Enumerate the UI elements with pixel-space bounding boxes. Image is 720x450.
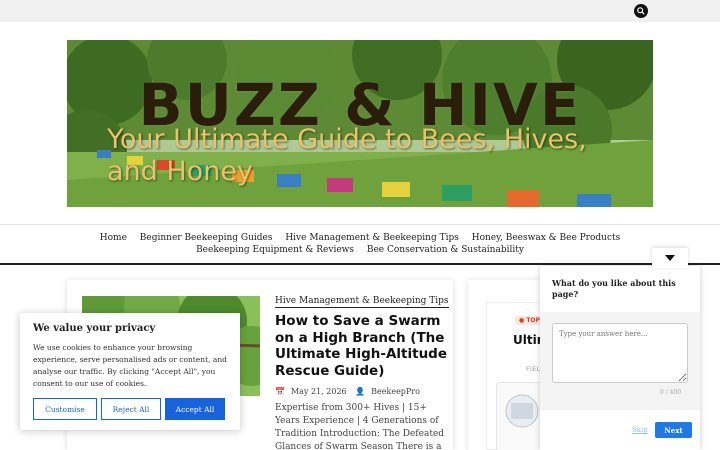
nav-item-equipment-reviews[interactable]: Beekeeping Equipment & Reviews [196, 244, 354, 256]
post-author[interactable]: BeekeepPro [371, 387, 420, 396]
post-meta: 📅 May 21, 2026 👤 BeekeepPro [275, 387, 426, 396]
survey-char-counter: 0 / 400 [660, 389, 682, 396]
cookie-consent-dialog: We value your privacy We use cookies to … [20, 313, 240, 430]
nav-divider [0, 263, 720, 265]
nav-item-honey-products[interactable]: Honey, Beeswax & Bee Products [472, 232, 621, 244]
banner-subtitle: Your Ultimate Guide to Bees, Hives, and … [107, 124, 587, 188]
header-divider [0, 224, 720, 225]
cookie-text: We use cookies to enhance your browsing … [33, 343, 227, 388]
customise-button[interactable]: Customise [33, 398, 97, 420]
cookie-buttons: Customise Reject All Accept All [33, 398, 225, 420]
sidebar-product-image[interactable] [496, 382, 546, 450]
post-title[interactable]: How to Save a Swarm on a High Branch (Th… [275, 313, 447, 379]
reject-all-button[interactable]: Reject All [101, 398, 161, 420]
site-banner[interactable]: BUZZ & HIVE Your Ultimate Guide to Bees,… [67, 40, 653, 207]
survey-collapse-button[interactable] [652, 248, 688, 268]
main-navigation: Home Beginner Beekeeping Guides Hive Man… [60, 232, 660, 256]
survey-answer-input[interactable] [552, 323, 688, 383]
accept-all-button[interactable]: Accept All [165, 398, 225, 420]
post-excerpt: Expertise from 300+ Hives | 15+ Years Ex… [275, 403, 445, 450]
cookie-title: We value your privacy [33, 323, 156, 334]
search-icon [637, 7, 645, 15]
chevron-down-icon [665, 255, 675, 261]
sidebar-field-label: FIEL [526, 366, 541, 373]
survey-skip-link[interactable]: Skip [632, 426, 648, 434]
nav-item-hive-management[interactable]: Hive Management & Beekeeping Tips [285, 232, 459, 244]
top-bar [0, 0, 720, 22]
bee-suit-icon [505, 394, 539, 428]
search-button[interactable] [634, 4, 648, 18]
post-date[interactable]: May 21, 2026 [291, 387, 347, 396]
calendar-icon: 📅 [275, 387, 285, 396]
user-icon: 👤 [355, 387, 366, 396]
survey-question: What do you like about this page? [552, 278, 676, 299]
survey-next-button[interactable]: Next [655, 422, 692, 438]
nav-item-home[interactable]: Home [100, 232, 127, 244]
nav-item-beginner-guides[interactable]: Beginner Beekeeping Guides [140, 232, 273, 244]
post-category[interactable]: Hive Management & Beekeeping Tips [275, 296, 449, 308]
nav-item-conservation[interactable]: Bee Conservation & Sustainability [367, 244, 524, 256]
